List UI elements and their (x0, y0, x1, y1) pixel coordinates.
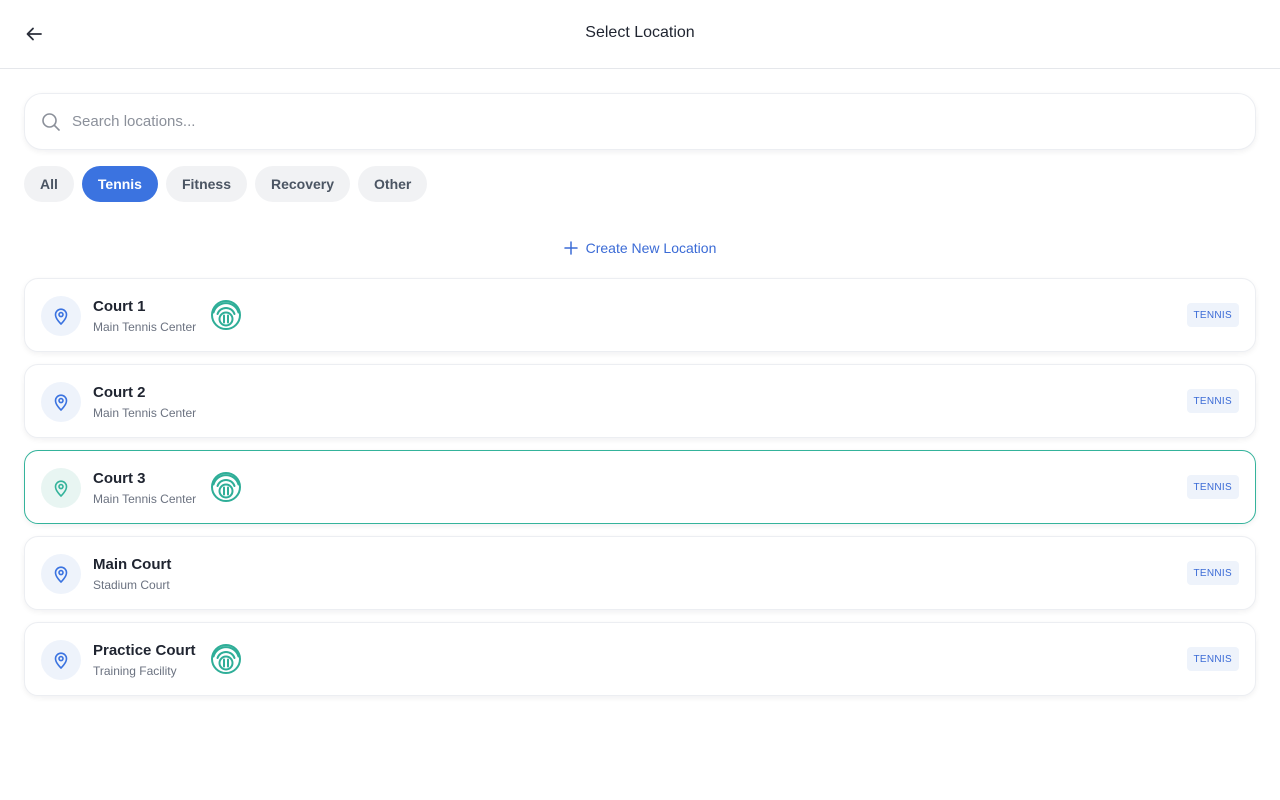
category-badge: TENNIS (1186, 647, 1239, 671)
map-pin-icon (41, 296, 81, 336)
tennis-sensor-icon (210, 643, 242, 675)
map-pin-icon (41, 468, 81, 508)
filter-chip-fitness[interactable]: Fitness (165, 166, 247, 202)
category-badge: TENNIS (1186, 475, 1239, 499)
location-title: Practice Court (93, 642, 196, 659)
filter-chip-other[interactable]: Other (358, 166, 428, 202)
location-card[interactable]: Court 3 Main Tennis Center TENNIS (24, 450, 1256, 524)
location-card[interactable]: Court 1 Main Tennis Center TENNIS (24, 278, 1256, 352)
page-title: Select Location (585, 24, 695, 41)
tennis-sensor-icon (210, 471, 242, 503)
location-card[interactable]: Main Court Stadium Court TENNIS (24, 536, 1256, 610)
category-badge: TENNIS (1186, 561, 1239, 585)
location-card[interactable]: Court 2 Main Tennis Center TENNIS (24, 364, 1256, 438)
location-title: Main Court (93, 556, 172, 573)
filter-chip-tennis[interactable]: Tennis (81, 166, 158, 202)
search-input[interactable] (72, 104, 1232, 139)
search-icon (42, 113, 60, 131)
filter-chip-all[interactable]: All (24, 166, 74, 202)
tennis-sensor-icon (210, 299, 242, 331)
plus-icon (563, 241, 578, 255)
map-pin-icon (41, 382, 81, 422)
location-card[interactable]: Practice Court Training Facility TENNIS (24, 622, 1256, 696)
location-subtitle: Main Tennis Center (93, 320, 197, 334)
create-location-button[interactable]: Create New Location (0, 236, 1280, 260)
location-title: Court 1 (93, 298, 146, 315)
filter-chips: All Tennis Fitness Recovery Other (24, 166, 428, 202)
app-header: Select Location (0, 0, 1280, 69)
category-badge: TENNIS (1186, 389, 1239, 413)
create-location-label: Create New Location (585, 240, 717, 256)
location-subtitle: Stadium Court (93, 578, 170, 592)
location-title: Court 3 (93, 470, 146, 487)
location-subtitle: Main Tennis Center (93, 406, 197, 420)
location-subtitle: Main Tennis Center (93, 492, 197, 506)
map-pin-icon (41, 640, 81, 680)
location-list: Court 1 Main Tennis Center TENNIS Court 2 Ma… (24, 278, 1256, 708)
map-pin-icon (41, 554, 81, 594)
category-badge: TENNIS (1186, 303, 1239, 327)
location-subtitle: Training Facility (93, 664, 177, 678)
location-title: Court 2 (93, 384, 146, 401)
filter-chip-recovery[interactable]: Recovery (254, 166, 351, 202)
